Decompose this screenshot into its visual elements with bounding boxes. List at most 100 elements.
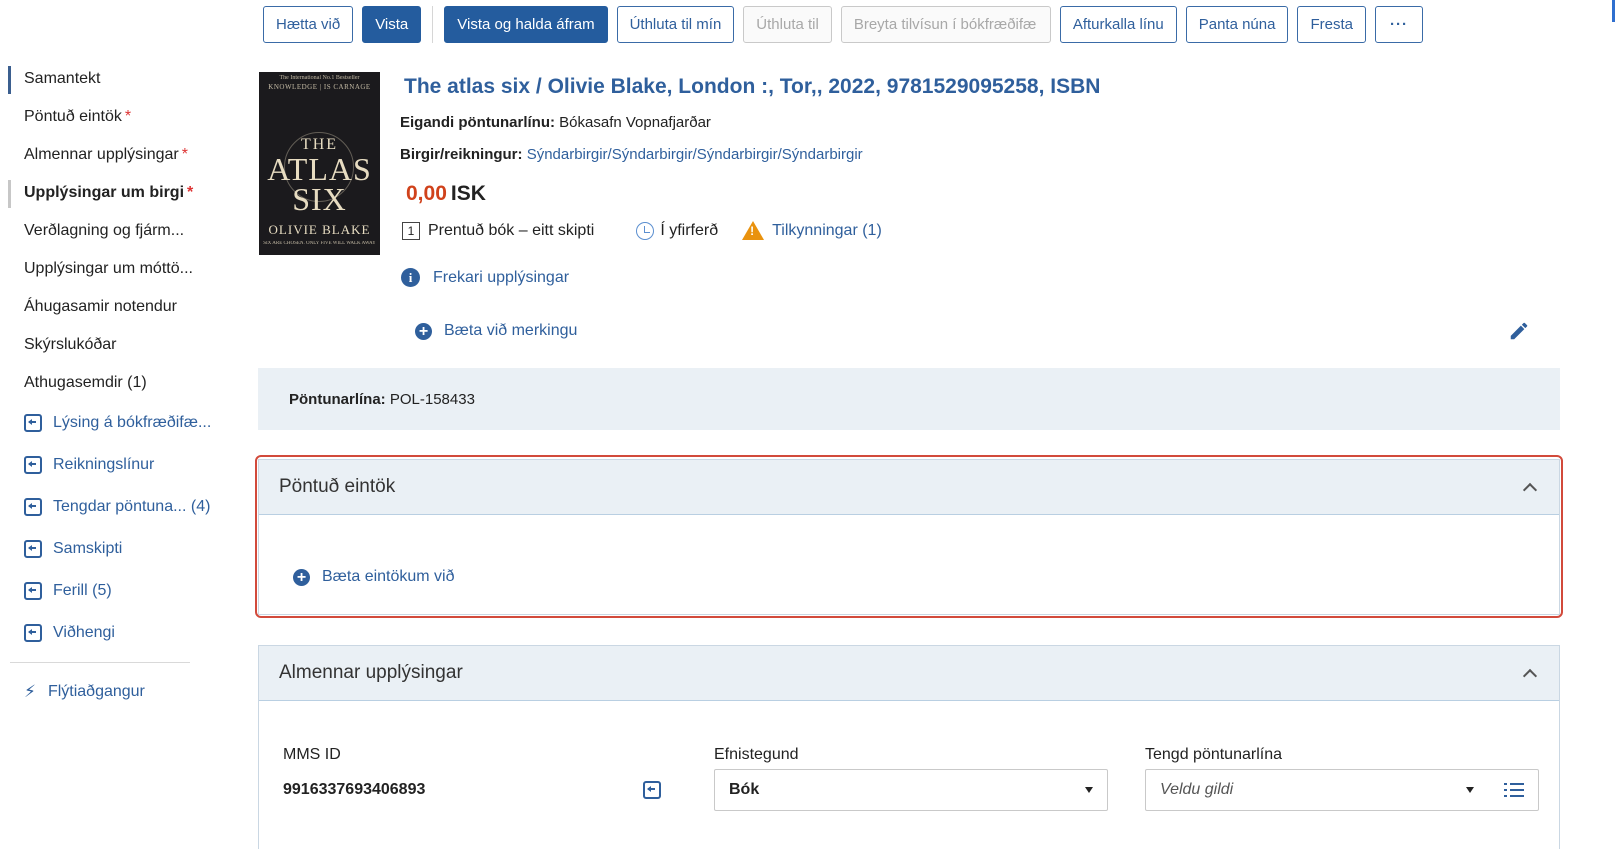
cancel-button[interactable]: Hætta við bbox=[263, 6, 354, 43]
save-and-continue-button[interactable]: Vista og halda áfram bbox=[444, 6, 608, 43]
nav-link-label: Reikningslínur bbox=[53, 456, 155, 473]
nav-item-general-info[interactable]: Almennar upplýsingar * bbox=[0, 136, 240, 174]
plus-circle-icon: + bbox=[293, 568, 310, 586]
nav-link-related-orders[interactable]: Tengdar pöntuna... (4) bbox=[0, 486, 240, 528]
nav-item-label: Athugasemdir (1) bbox=[24, 374, 147, 391]
clock-icon bbox=[636, 221, 655, 240]
warning-icon bbox=[742, 221, 765, 240]
nav-item-label: Pöntuð eintök bbox=[24, 108, 122, 125]
sidebar-divider bbox=[10, 662, 190, 663]
record-title-link[interactable]: The atlas six / Olivie Blake, London :, … bbox=[404, 75, 1100, 99]
owner-value: Bókasafn Vopnafjarðar bbox=[559, 114, 711, 131]
list-picker-icon[interactable] bbox=[1504, 782, 1524, 798]
required-marker: * bbox=[187, 184, 194, 201]
related-po-line-select[interactable]: Veldu gildi bbox=[1145, 769, 1539, 811]
ordered-copies-section: Pöntuð eintök + Bæta eintökum við bbox=[258, 459, 1560, 615]
owner-line: Eigandi pöntunarlínu: Bókasafn Vopnafjar… bbox=[400, 114, 711, 131]
nav-link-bib-description[interactable]: Lýsing á bókfræðifæ... bbox=[0, 402, 240, 444]
add-tag-label: Bæta við merkingu bbox=[444, 322, 578, 339]
open-external-icon bbox=[24, 498, 42, 516]
nav-item-interested-users[interactable]: Áhugasamir notendur bbox=[0, 288, 240, 326]
action-toolbar: Hætta við Vista Vista og halda áfram Úth… bbox=[263, 6, 1423, 43]
quick-access-label: Flýtiaðgangur bbox=[47, 683, 145, 700]
vendor-link[interactable]: Sýndarbirgir/Sýndarbirgir/Sýndarbirgir/S… bbox=[527, 146, 863, 163]
nav-item-receiving-info[interactable]: Upplýsingar um móttö... bbox=[0, 250, 240, 288]
nav-item-label: Upplýsingar um móttö... bbox=[24, 260, 193, 277]
order-status-line: 1 Prentuð bók – eitt skipti Í yfirferð T… bbox=[402, 221, 882, 240]
cover-text: The International No.1 Bestseller bbox=[279, 75, 360, 81]
related-po-line-label: Tengd pöntunarlína bbox=[1145, 746, 1282, 763]
nav-item-label: Áhugasamir notendur bbox=[24, 298, 177, 315]
section-header[interactable]: Pöntuð eintök bbox=[259, 460, 1559, 515]
po-line-value: POL-158433 bbox=[389, 390, 475, 408]
cover-text: OLIVIE BLAKE bbox=[268, 222, 371, 237]
general-info-section: Almennar upplýsingar bbox=[258, 645, 1560, 849]
more-info-label: Frekari upplýsingar bbox=[433, 268, 570, 286]
nav-link-label: Samskipti bbox=[53, 540, 123, 557]
mms-id-label: MMS ID bbox=[283, 746, 341, 763]
nav-item-vendor-info[interactable]: Upplýsingar um birgi * bbox=[0, 174, 240, 212]
po-line-label: Pöntunarlína: bbox=[289, 390, 386, 408]
section-navigation: Samantekt Pöntuð eintök * Almennar upplýs… bbox=[0, 60, 240, 713]
vendor-line: Birgir/reikningur: Sýndarbirgir/Sýndarbi… bbox=[400, 146, 863, 163]
more-info-link[interactable]: i Frekari upplýsingar bbox=[401, 268, 569, 287]
nav-item-pricing-funding[interactable]: Verðlagning og fjárm... bbox=[0, 212, 240, 250]
defer-button[interactable]: Fresta bbox=[1297, 6, 1366, 43]
nav-item-summary[interactable]: Samantekt bbox=[0, 60, 240, 98]
dropdown-caret-icon bbox=[1466, 787, 1474, 793]
edit-pencil-icon[interactable] bbox=[1508, 320, 1530, 342]
cover-ornament bbox=[284, 132, 354, 202]
chevron-up-icon[interactable] bbox=[1522, 482, 1538, 497]
vendor-label: Birgir/reikningur: bbox=[400, 146, 523, 163]
cover-text: SIX ARE CHOSEN. ONLY FIVE WILL WALK AWAY bbox=[263, 241, 376, 246]
section-header[interactable]: Almennar upplýsingar bbox=[259, 646, 1559, 701]
save-button[interactable]: Vista bbox=[362, 6, 422, 43]
quick-access-link[interactable]: ⚡ Flýtiaðgangur bbox=[0, 671, 240, 713]
material-type-badge: 1 bbox=[402, 221, 420, 240]
nav-link-attachments[interactable]: Viðhengi bbox=[0, 612, 240, 654]
nav-item-reporting-codes[interactable]: Skýrslukóðar bbox=[0, 326, 240, 364]
order-now-button[interactable]: Panta núna bbox=[1185, 6, 1289, 43]
nav-item-label: Almennar upplýsingar bbox=[24, 146, 179, 163]
required-marker: * bbox=[124, 108, 132, 125]
open-external-icon bbox=[24, 540, 42, 558]
required-marker: * bbox=[181, 146, 188, 163]
add-tag-link[interactable]: + Bæta við merkingu bbox=[415, 322, 577, 340]
open-external-icon bbox=[24, 624, 42, 642]
add-copies-link[interactable]: + Bæta eintökum við bbox=[293, 568, 455, 586]
nav-link-communications[interactable]: Samskipti bbox=[0, 528, 240, 570]
right-edge-indicator bbox=[1612, 0, 1615, 22]
nav-item-label: Verðlagning og fjárm... bbox=[24, 222, 185, 239]
assign-to-button[interactable]: Úthluta til bbox=[743, 6, 832, 43]
related-po-line-placeholder: Veldu gildi bbox=[1160, 781, 1234, 798]
info-icon: i bbox=[401, 268, 420, 287]
open-external-icon bbox=[24, 414, 42, 432]
add-copies-label: Bæta eintökum við bbox=[322, 568, 455, 585]
nav-item-label: Samantekt bbox=[24, 70, 101, 87]
price: 0,00 ISK bbox=[406, 182, 486, 206]
section-title: Pöntuð eintök bbox=[279, 476, 396, 497]
more-actions-button[interactable]: ··· bbox=[1374, 6, 1423, 43]
open-external-icon bbox=[24, 582, 42, 600]
section-title: Almennar upplýsingar bbox=[279, 662, 463, 683]
nav-link-history[interactable]: Ferill (5) bbox=[0, 570, 240, 612]
mms-id-value: 9916337693406893 bbox=[283, 781, 426, 798]
order-type-label: Prentuð bók – eitt skipti bbox=[428, 221, 595, 239]
material-type-value: Bók bbox=[729, 781, 760, 798]
book-cover-image: The International No.1 Bestseller KNOWLE… bbox=[259, 72, 380, 255]
assign-to-me-button[interactable]: Úthluta til mín bbox=[616, 6, 735, 43]
notices-link[interactable]: Tilkynningar (1) bbox=[772, 222, 882, 240]
nav-link-invoice-lines[interactable]: Reikningslínur bbox=[0, 444, 240, 486]
nav-item-ordered-copies[interactable]: Pöntuð eintök * bbox=[0, 98, 240, 136]
material-type-select[interactable]: Bók bbox=[714, 769, 1108, 811]
nav-item-label: Upplýsingar um birgi bbox=[24, 184, 185, 201]
nav-link-label: Tengdar pöntuna... (4) bbox=[53, 498, 211, 515]
open-external-icon[interactable] bbox=[643, 781, 661, 799]
nav-link-label: Ferill (5) bbox=[53, 582, 112, 599]
price-amount: 0,00 bbox=[406, 182, 447, 205]
nav-item-label: Skýrslukóðar bbox=[24, 336, 117, 353]
nav-item-notes[interactable]: Athugasemdir (1) bbox=[0, 364, 240, 402]
change-bib-reference-button[interactable]: Breyta tilvísun í bókfræðifæ bbox=[840, 6, 1051, 43]
chevron-up-icon[interactable] bbox=[1522, 668, 1538, 683]
cancel-line-button[interactable]: Afturkalla línu bbox=[1059, 6, 1177, 43]
